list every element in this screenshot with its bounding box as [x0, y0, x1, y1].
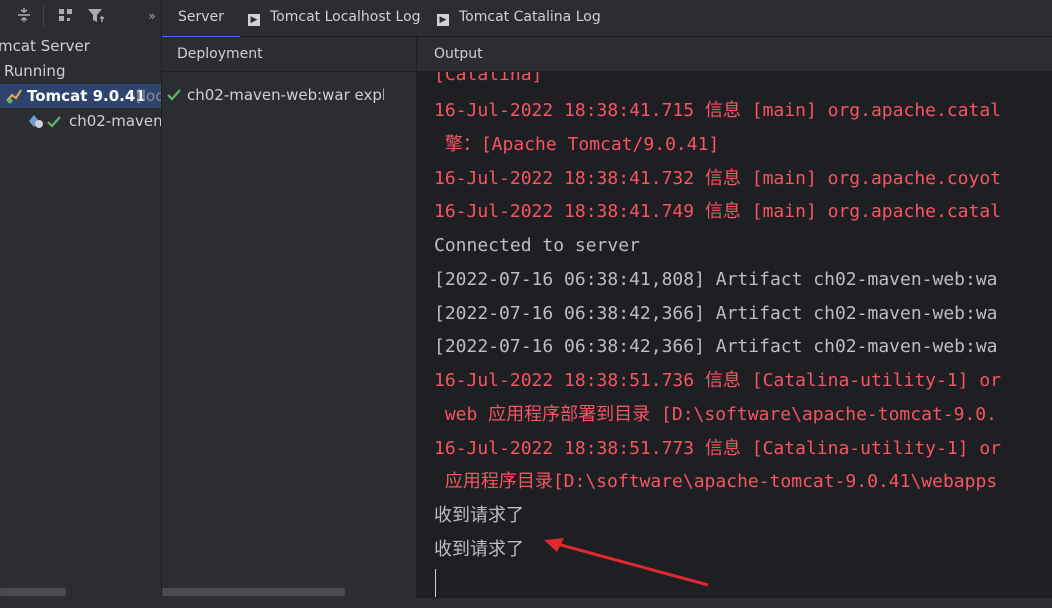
console-line: 擎：[Apache Tomcat/9.0.41] [434, 134, 720, 155]
deployment-panel: Deployment ch02-maven-web:war explo [162, 37, 416, 608]
tab-label: Server [178, 9, 224, 25]
console-line: 应用程序目录[D:\software\apache-tomcat-9.0.41\… [434, 471, 998, 492]
server-suffix: [loc [136, 87, 161, 105]
artifact-name: ch02-maven- [69, 112, 161, 130]
console-line: [Catalina] [434, 72, 543, 85]
deployment-item-label: ch02-maven-web:war explo [187, 86, 384, 104]
annotation-arrow [544, 538, 709, 587]
tree-item-running[interactable]: Running [4, 59, 65, 83]
tab-bar: Server ▶ Tomcat Localhost Log ▶ Tomcat Cat… [162, 0, 1052, 38]
tab-tomcat-catalina-log[interactable]: ▶ Tomcat Catalina Log [437, 0, 601, 36]
services-toolbar: » [0, 0, 161, 32]
text-caret [435, 569, 436, 597]
console-line: 16-Jul-2022 18:38:41.715 信息 [main] org.a… [434, 100, 1002, 121]
console-text[interactable]: [Catalina] 16-Jul-2022 18:38:41.715 信息 [… [417, 72, 1052, 608]
console-line: 收到请求了 [434, 505, 524, 526]
console-line: Connected to server [434, 235, 640, 256]
output-header-label: Output [434, 46, 483, 62]
tab-tomcat-localhost-log[interactable]: ▶ Tomcat Localhost Log [248, 0, 421, 36]
tree-item-tomcat-server[interactable]: mcat Server [0, 34, 90, 58]
console-line: [2022-07-16 06:38:42,366] Artifact ch02-… [434, 336, 998, 357]
check-icon [46, 113, 62, 129]
tree-item-label: mcat Server [0, 37, 90, 55]
tab-label: Tomcat Catalina Log [459, 9, 601, 25]
bottom-bar [0, 598, 1052, 608]
tree-item-label: Running [4, 62, 66, 80]
console-line: 收到请求了 [434, 539, 524, 560]
deployment-header: Deployment [162, 37, 416, 72]
console-line: web 应用程序部署到目录 [D:\software\apache-tomcat… [434, 404, 997, 425]
tab-server[interactable]: Server [162, 0, 240, 38]
log-icon: ▶ [248, 14, 260, 26]
more-icon[interactable]: » [142, 6, 161, 26]
console-line: 16-Jul-2022 18:38:51.736 信息 [Catalina-ut… [434, 370, 1002, 391]
console-line: 16-Jul-2022 18:38:51.773 信息 [Catalina-ut… [434, 438, 1002, 459]
output-header: Output [417, 37, 1052, 72]
tree-item-tomcat-instance[interactable]: Tomcat 9.0.41 [loc [0, 84, 161, 108]
server-name: Tomcat 9.0.41 [27, 87, 146, 105]
console-line: 16-Jul-2022 18:38:41.732 信息 [main] org.a… [434, 168, 1002, 189]
console-line: [2022-07-16 06:38:42,366] Artifact ch02-… [434, 303, 998, 324]
toolbar-separator [43, 6, 44, 26]
tomcat-icon [5, 87, 23, 105]
services-tree-panel: » mcat Server Running Tomcat 9.0.41 [loc… [0, 0, 161, 608]
collapse-icon[interactable] [14, 6, 34, 26]
deployment-item[interactable]: ch02-maven-web:war explo [162, 83, 384, 107]
tab-label: Tomcat Localhost Log [270, 9, 421, 25]
group-icon[interactable] [56, 6, 76, 26]
left-horizontal-scrollbar[interactable] [0, 588, 66, 596]
deployment-horizontal-scrollbar[interactable] [162, 588, 345, 596]
artifact-icon [27, 112, 45, 130]
console-line: 16-Jul-2022 18:38:41.749 信息 [main] org.a… [434, 201, 1002, 222]
check-icon [166, 86, 182, 102]
console-line: [2022-07-16 06:38:41,808] Artifact ch02-… [434, 269, 998, 290]
log-icon: ▶ [437, 14, 449, 26]
filter-icon[interactable] [86, 6, 106, 26]
